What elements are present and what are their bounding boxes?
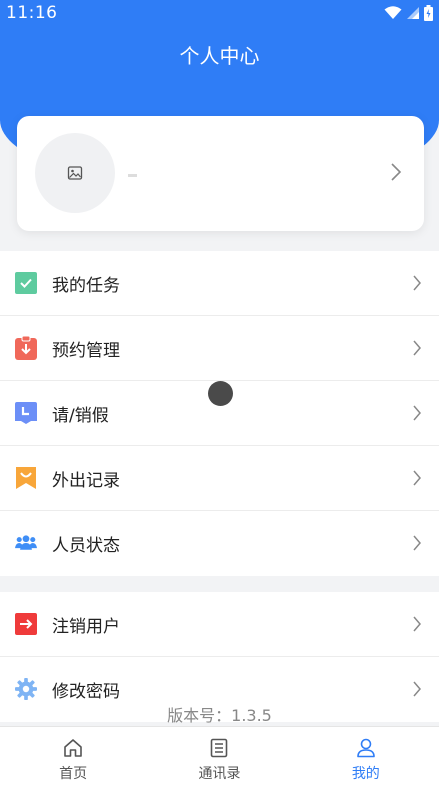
battery-icon <box>424 5 433 21</box>
home-icon <box>64 739 82 757</box>
menu-item-personnel-status[interactable]: 人员状态 <box>0 511 439 576</box>
tab-label: 我的 <box>351 766 380 782</box>
user-icon <box>357 738 375 758</box>
menu-item-my-tasks[interactable]: 我的任务 <box>0 251 439 316</box>
menu-label: 我的任务 <box>52 276 120 296</box>
chevron-right-icon[interactable] <box>390 162 402 182</box>
chevron-right-icon <box>413 275 421 291</box>
avatar[interactable] <box>35 133 115 213</box>
tab-home[interactable]: 首页 <box>0 727 146 787</box>
menu-label: 人员状态 <box>52 536 120 556</box>
chevron-right-icon <box>413 470 421 486</box>
menu-label: 请/销假 <box>52 406 109 426</box>
menu-group-main: 我的任务 预约管理 请/销假 外出记录 人员状态 <box>0 251 439 576</box>
clock-calendar-icon <box>15 402 37 424</box>
clipboard-download-icon <box>15 336 37 360</box>
status-bar: 11:16 <box>0 0 439 26</box>
gear-icon <box>15 678 37 700</box>
tab-mine[interactable]: 我的 <box>293 727 439 787</box>
menu-label: 修改密码 <box>52 682 120 702</box>
wifi-icon <box>384 6 402 19</box>
menu-label: 外出记录 <box>52 471 120 491</box>
logout-icon <box>15 613 37 635</box>
tab-label: 通讯录 <box>198 766 241 782</box>
chevron-right-icon <box>413 616 421 632</box>
bottom-tab-bar: 首页 通讯录 我的 <box>0 726 439 787</box>
contacts-list-icon <box>211 738 228 758</box>
profile-card[interactable] <box>17 116 424 231</box>
bookmark-smile-icon <box>15 467 37 489</box>
menu-item-outing-records[interactable]: 外出记录 <box>0 446 439 511</box>
version-label: 版本号：1.3.5 <box>167 706 272 725</box>
people-icon <box>15 532 37 554</box>
menu-label: 注销用户 <box>52 617 120 637</box>
status-time: 11:16 <box>6 3 58 23</box>
chevron-right-icon <box>413 405 421 421</box>
status-icons <box>384 5 433 21</box>
chevron-right-icon <box>413 681 421 697</box>
chevron-right-icon <box>413 340 421 356</box>
profile-page: 11:16 个人中心 我的任务 预约管理 请/销假 外出记录 人员状态 注销用户… <box>0 0 439 787</box>
task-check-icon <box>15 272 37 294</box>
signal-icon <box>407 7 419 19</box>
tab-label: 首页 <box>59 766 88 782</box>
touch-indicator <box>208 381 233 406</box>
chevron-right-icon <box>413 535 421 551</box>
image-placeholder-icon <box>67 166 83 180</box>
profile-name-placeholder <box>128 174 137 177</box>
page-title: 个人中心 <box>179 44 260 68</box>
menu-label: 预约管理 <box>52 341 120 361</box>
menu-item-appointment-management[interactable]: 预约管理 <box>0 316 439 381</box>
tab-contacts[interactable]: 通讯录 <box>146 727 292 787</box>
menu-item-deactivate-user[interactable]: 注销用户 <box>0 592 439 657</box>
